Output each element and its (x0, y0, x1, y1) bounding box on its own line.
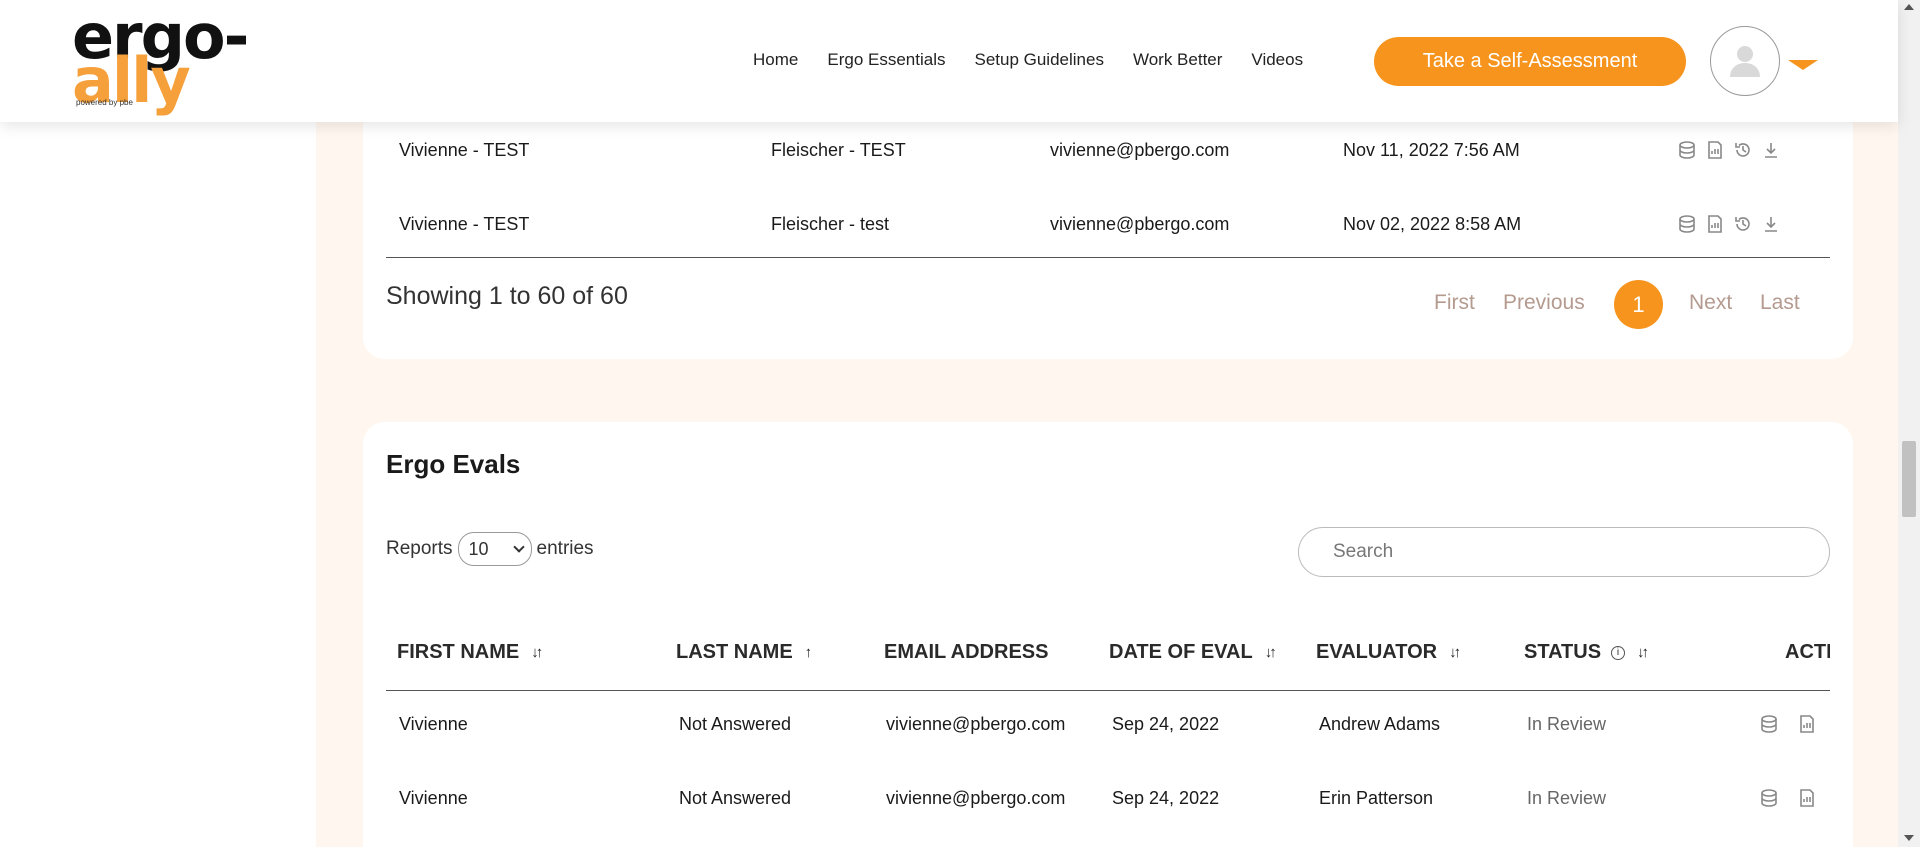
nav-ergo-essentials[interactable]: Ergo Essentials (827, 50, 945, 70)
sort-asc-icon: ↑ (804, 644, 812, 661)
column-header-email: EMAIL ADDRESS (884, 641, 1048, 664)
pager-next[interactable]: Next (1689, 291, 1732, 315)
row-actions (1759, 714, 1817, 734)
site-header: ergo- ally powered by pbe Home Ergo Esse… (0, 0, 1898, 122)
logo-tagline: powered by pbe (76, 98, 133, 107)
sort-icon: ↓↑ (531, 644, 543, 661)
ergo-ally-logo[interactable]: ergo- ally powered by pbe (72, 6, 272, 112)
pagination: First Previous 1 Next Last (363, 280, 1853, 330)
pager-page-1[interactable]: 1 (1614, 280, 1663, 329)
left-gutter (0, 0, 316, 847)
nav-videos[interactable]: Videos (1251, 50, 1303, 70)
column-header-actions: ACTI (1785, 641, 1830, 664)
evaluator-cell: Andrew Adams (1319, 714, 1441, 734)
search-placeholder: Search (1333, 541, 1394, 562)
nav-work-better[interactable]: Work Better (1133, 50, 1222, 70)
reports-label: Reports (386, 538, 453, 559)
scrollbar-thumb[interactable] (1902, 441, 1916, 517)
date-cell: Nov 11, 2022 7:56 AM (1343, 140, 1520, 160)
email-cell: vivienne@pbergo.com (886, 714, 1066, 734)
evaluator-cell: Erin Patterson (1319, 788, 1434, 808)
table-row[interactable]: Vivienne Not Answered vivienne@pbergo.co… (363, 704, 1853, 744)
report-icon[interactable] (1705, 140, 1725, 160)
column-header-label: ACTI (1785, 641, 1830, 663)
database-icon[interactable] (1677, 214, 1697, 234)
sort-icon: ↓↑ (1264, 644, 1277, 661)
download-icon[interactable] (1761, 214, 1781, 234)
report-icon[interactable] (1797, 714, 1817, 734)
history-icon[interactable] (1733, 140, 1753, 160)
first-name-cell: Vivienne - TEST (399, 140, 530, 160)
reports-table-card: Vivienne - TEST Fleischer - TEST vivienn… (363, 100, 1853, 359)
row-actions (1677, 140, 1781, 160)
row-actions (1759, 788, 1817, 808)
column-header-first-name[interactable]: FIRST NAME ↓↑ (397, 641, 543, 664)
database-icon[interactable] (1759, 788, 1779, 808)
entries-select-value: 10 (468, 538, 489, 559)
take-self-assessment-button[interactable]: Take a Self-Assessment (1374, 37, 1686, 86)
ergo-evals-card: Ergo Evals Reports 10 entries Search FIR… (363, 422, 1853, 847)
table-divider (386, 257, 1830, 258)
first-name-cell: Vivienne - TEST (399, 214, 530, 234)
search-input[interactable]: Search (1298, 527, 1830, 577)
database-icon[interactable] (1677, 140, 1697, 160)
pager-previous[interactable]: Previous (1503, 291, 1585, 315)
main-nav: Home Ergo Essentials Setup Guidelines Wo… (753, 50, 1332, 70)
avatar[interactable] (1710, 26, 1780, 96)
column-header-label: FIRST NAME (397, 641, 520, 663)
column-header-label: STATUS (1524, 641, 1602, 663)
table-header-divider (386, 690, 1830, 691)
pager-first[interactable]: First (1434, 291, 1475, 315)
status-cell: In Review (1527, 714, 1607, 734)
chevron-down-icon (512, 541, 525, 553)
user-icon (1730, 46, 1760, 77)
column-header-status[interactable]: STATUS i ↓↑ (1524, 641, 1649, 664)
last-name-cell: Fleischer - test (771, 214, 890, 234)
last-name-cell: Not Answered (679, 788, 792, 808)
first-name-cell: Vivienne (399, 714, 468, 734)
nav-home[interactable]: Home (753, 50, 798, 70)
download-icon[interactable] (1761, 140, 1781, 160)
pager-last[interactable]: Last (1760, 291, 1800, 315)
status-cell: In Review (1527, 788, 1607, 808)
scroll-up-arrow-icon[interactable] (1904, 4, 1914, 10)
entries-label: entries (536, 538, 594, 559)
row-actions (1677, 214, 1781, 234)
entries-select[interactable]: 10 (457, 532, 532, 566)
last-name-cell: Fleischer - TEST (771, 140, 906, 160)
email-cell: vivienne@pbergo.com (1050, 140, 1230, 160)
column-header-label: EVALUATOR (1316, 641, 1438, 663)
page-scrollbar[interactable] (1898, 0, 1920, 847)
last-name-cell: Not Answered (679, 714, 792, 734)
date-cell: Sep 24, 2022 (1112, 714, 1220, 734)
sort-icon: ↓↑ (1449, 644, 1461, 661)
report-icon[interactable] (1797, 788, 1817, 808)
date-cell: Nov 02, 2022 8:58 AM (1343, 214, 1522, 234)
column-header-label: LAST NAME (676, 641, 793, 663)
scroll-down-arrow-icon[interactable] (1904, 835, 1914, 841)
email-cell: vivienne@pbergo.com (886, 788, 1066, 808)
date-cell: Sep 24, 2022 (1112, 788, 1220, 808)
history-icon[interactable] (1733, 214, 1753, 234)
caret-down-icon[interactable] (1788, 60, 1818, 70)
column-header-date[interactable]: DATE OF EVAL ↓↑ (1109, 641, 1277, 664)
column-header-label: EMAIL ADDRESS (884, 641, 1049, 663)
sort-icon: ↓↑ (1637, 644, 1649, 661)
email-cell: vivienne@pbergo.com (1050, 214, 1230, 234)
nav-setup-guidelines[interactable]: Setup Guidelines (974, 50, 1103, 70)
first-name-cell: Vivienne (399, 788, 468, 808)
column-header-evaluator[interactable]: EVALUATOR ↓↑ (1316, 641, 1461, 664)
entries-control: Reports 10 entries (386, 532, 594, 566)
table-row[interactable]: Vivienne - TEST Fleischer - TEST vivienn… (363, 130, 1853, 170)
table-row[interactable]: Vivienne - TEST Fleischer - test vivienn… (363, 204, 1853, 244)
column-header-label: DATE OF EVAL (1109, 641, 1253, 663)
report-icon[interactable] (1705, 214, 1725, 234)
database-icon[interactable] (1759, 714, 1779, 734)
section-title: Ergo Evals (386, 449, 521, 479)
column-header-last-name[interactable]: LAST NAME ↑ (676, 641, 812, 664)
table-row[interactable]: Vivienne Not Answered vivienne@pbergo.co… (363, 778, 1853, 818)
info-icon[interactable]: i (1611, 645, 1626, 660)
